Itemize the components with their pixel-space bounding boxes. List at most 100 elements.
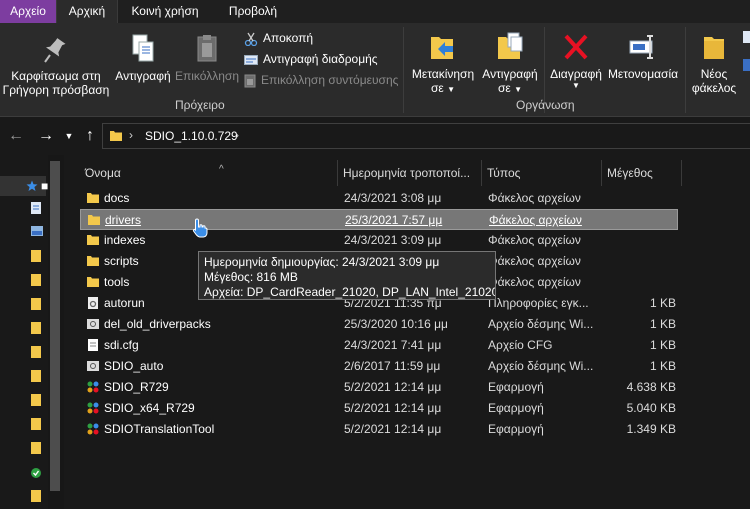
paste-button[interactable]: Επικόλληση: [174, 33, 240, 83]
clipboard-group-label: Πρόχειρο: [175, 98, 225, 112]
navigation-pane: ■: [0, 155, 64, 509]
move-folder-icon: [431, 37, 453, 59]
column-header-size[interactable]: Μέγεθος: [602, 160, 682, 186]
move-to-label: Μετακίνηση σε: [411, 67, 475, 95]
navigation-bar: ← → ▼ ↑ › SDIO_1.10.0.729 ›: [0, 117, 750, 155]
file-list: ^ Όνομα Ημερομηνία τροποποί... Τύπος Μέγ…: [64, 155, 750, 509]
file-row[interactable]: sdi.cfg 24/3/2021 7:41 μμ Αρχείο CFG 1 KB: [80, 335, 678, 356]
ribbon-separator: [403, 27, 404, 113]
rename-button[interactable]: Μετονομασία: [606, 31, 680, 81]
copy-path-icon: [244, 54, 258, 65]
file-size: 1 KB: [649, 338, 676, 352]
file-row[interactable]: docs 24/3/2021 3:08 μμ Φάκελος αρχείων: [80, 188, 678, 209]
sync-check-icon[interactable]: [30, 467, 42, 479]
copy-to-label: Αντιγραφή σε: [482, 67, 538, 95]
copy-button[interactable]: Αντιγραφή: [112, 33, 174, 83]
copy-path-button[interactable]: Αντιγραφή διαδρομής: [244, 50, 378, 68]
folder-icon[interactable]: [30, 489, 42, 503]
up-arrow-icon[interactable]: ↑: [80, 125, 100, 147]
copy-to-button[interactable]: Αντιγραφή σε ▼: [478, 31, 542, 97]
file-row[interactable]: SDIO_R729 5/2/2021 12:14 μμ Εφαρμογή 4.638 …: [80, 377, 678, 398]
cut-button[interactable]: Αποκοπή: [244, 29, 313, 47]
file-date-modified: 2/6/2017 11:59 μμ: [344, 359, 441, 373]
paste-label: Επικόλληση: [174, 69, 239, 83]
folder-icon[interactable]: [30, 297, 42, 311]
folder-info-tooltip: Ημερομηνία δημιουργίας: 24/3/2021 3:09 μ…: [198, 251, 496, 300]
tab-home[interactable]: Αρχική: [56, 0, 118, 23]
recent-locations-chevron-icon[interactable]: ▼: [62, 125, 76, 147]
new-folder-icon: [704, 37, 724, 59]
folder-icon: [88, 215, 100, 225]
breadcrumb-chevron-icon[interactable]: ›: [235, 128, 239, 142]
file-row[interactable]: SDIO_x64_R729 5/2/2021 12:14 μμ Εφαρμογή 5.…: [80, 398, 678, 419]
file-row[interactable]: del_old_driverpacks 25/3/2020 10:16 μμ Αρχ…: [80, 314, 678, 335]
file-type: Εφαρμογή: [488, 422, 544, 436]
file-size: 5.040 KB: [626, 401, 676, 415]
file-type: Αρχείο δέσμης Wi...: [488, 359, 594, 373]
folder-icon[interactable]: [30, 441, 42, 455]
cut-label: Αποκοπή: [263, 31, 314, 45]
file-name: SDIO_auto: [104, 359, 164, 373]
ribbon-separator: [685, 27, 686, 113]
file-name: SDIOTranslationTool: [104, 422, 215, 436]
file-date-modified: 24/3/2021 3:08 μμ: [344, 191, 442, 205]
file-name: SDIO_R729: [104, 380, 169, 394]
sort-ascending-icon: ^: [219, 164, 224, 175]
folder-icon[interactable]: [30, 417, 42, 431]
forward-arrow-icon[interactable]: →: [36, 125, 56, 147]
quick-access-item[interactable]: [0, 176, 46, 196]
star-icon: [26, 180, 38, 191]
file-row[interactable]: indexes 24/3/2021 3:09 μμ Φάκελος αρχείων: [80, 230, 678, 251]
file-size: 1 KB: [649, 317, 676, 331]
breadcrumb-current-folder[interactable]: SDIO_1.10.0.729: [145, 129, 238, 143]
folder-icon[interactable]: [30, 249, 42, 263]
batch-file-icon: [87, 361, 99, 371]
move-to-button[interactable]: Μετακίνηση σε ▼: [408, 31, 478, 97]
pin-to-quick-access-button[interactable]: Καρφίτσωμα στη Γρήγορη πρόσβαση: [2, 35, 110, 97]
column-header-date[interactable]: Ημερομηνία τροποποί...: [338, 160, 482, 186]
file-type: Εφαρμογή: [488, 401, 544, 415]
ribbon-tab-bar: Αρχείο Αρχική Κοινή χρήση Προβολή: [0, 0, 750, 23]
folder-icon[interactable]: [30, 369, 42, 383]
folder-icon: [87, 256, 99, 266]
pictures-icon[interactable]: [30, 225, 44, 237]
file-type: Αρχείο CFG: [488, 338, 553, 352]
file-row[interactable]: drivers 25/3/2021 7:57 μμ Φάκελος αρχείων: [80, 209, 678, 230]
file-row[interactable]: SDIO_auto 2/6/2017 11:59 μμ Αρχείο δέσμης …: [80, 356, 678, 377]
new-item-partial-icon[interactable]: [741, 29, 750, 84]
settings-file-icon: [88, 297, 98, 309]
new-folder-button[interactable]: Νέος φάκελος: [690, 31, 738, 95]
tab-share[interactable]: Κοινή χρήση: [120, 0, 210, 23]
file-name: indexes: [104, 233, 146, 247]
rename-label: Μετονομασία: [607, 67, 679, 81]
delete-button[interactable]: Διαγραφή ▼: [548, 31, 604, 91]
delete-icon: [564, 34, 588, 60]
column-header-type[interactable]: Τύπος: [482, 160, 602, 186]
ribbon: Καρφίτσωμα στη Γρήγορη πρόσβαση Αντιγραφ…: [0, 23, 750, 117]
column-header-name[interactable]: ^ Όνομα: [80, 160, 338, 186]
file-name: docs: [104, 191, 130, 205]
file-type: Φάκελος αρχείων: [488, 233, 581, 247]
folder-icon: [87, 193, 99, 203]
document-icon[interactable]: [30, 201, 42, 215]
folder-icon: [110, 131, 122, 141]
address-bar[interactable]: › SDIO_1.10.0.729 ›: [102, 123, 750, 149]
folder-icon[interactable]: [30, 273, 42, 287]
batch-file-icon: [87, 319, 99, 329]
file-row[interactable]: SDIOTranslationTool 5/2/2021 12:14 μμ Εφαρ…: [80, 419, 678, 440]
scissors-icon: [244, 32, 258, 46]
paste-shortcut-icon: [244, 74, 256, 88]
paste-shortcut-button[interactable]: Επικόλληση συντόμευσης: [244, 71, 398, 89]
back-arrow-icon[interactable]: ←: [6, 125, 26, 147]
new-folder-label: Νέος φάκελος: [691, 67, 737, 95]
folder-icon[interactable]: [30, 321, 42, 335]
navigation-pane-scrollbar-thumb[interactable]: [50, 161, 60, 491]
folder-icon[interactable]: [30, 393, 42, 407]
folder-icon[interactable]: [30, 345, 42, 359]
file-date-modified: 25/3/2021 7:57 μμ: [345, 213, 443, 227]
tab-view[interactable]: Προβολή: [220, 0, 286, 23]
breadcrumb-chevron-icon[interactable]: ›: [129, 128, 133, 142]
delete-label: Διαγραφή: [550, 67, 602, 81]
file-size: 1 KB: [649, 296, 676, 310]
tab-file[interactable]: Αρχείο: [0, 0, 56, 23]
